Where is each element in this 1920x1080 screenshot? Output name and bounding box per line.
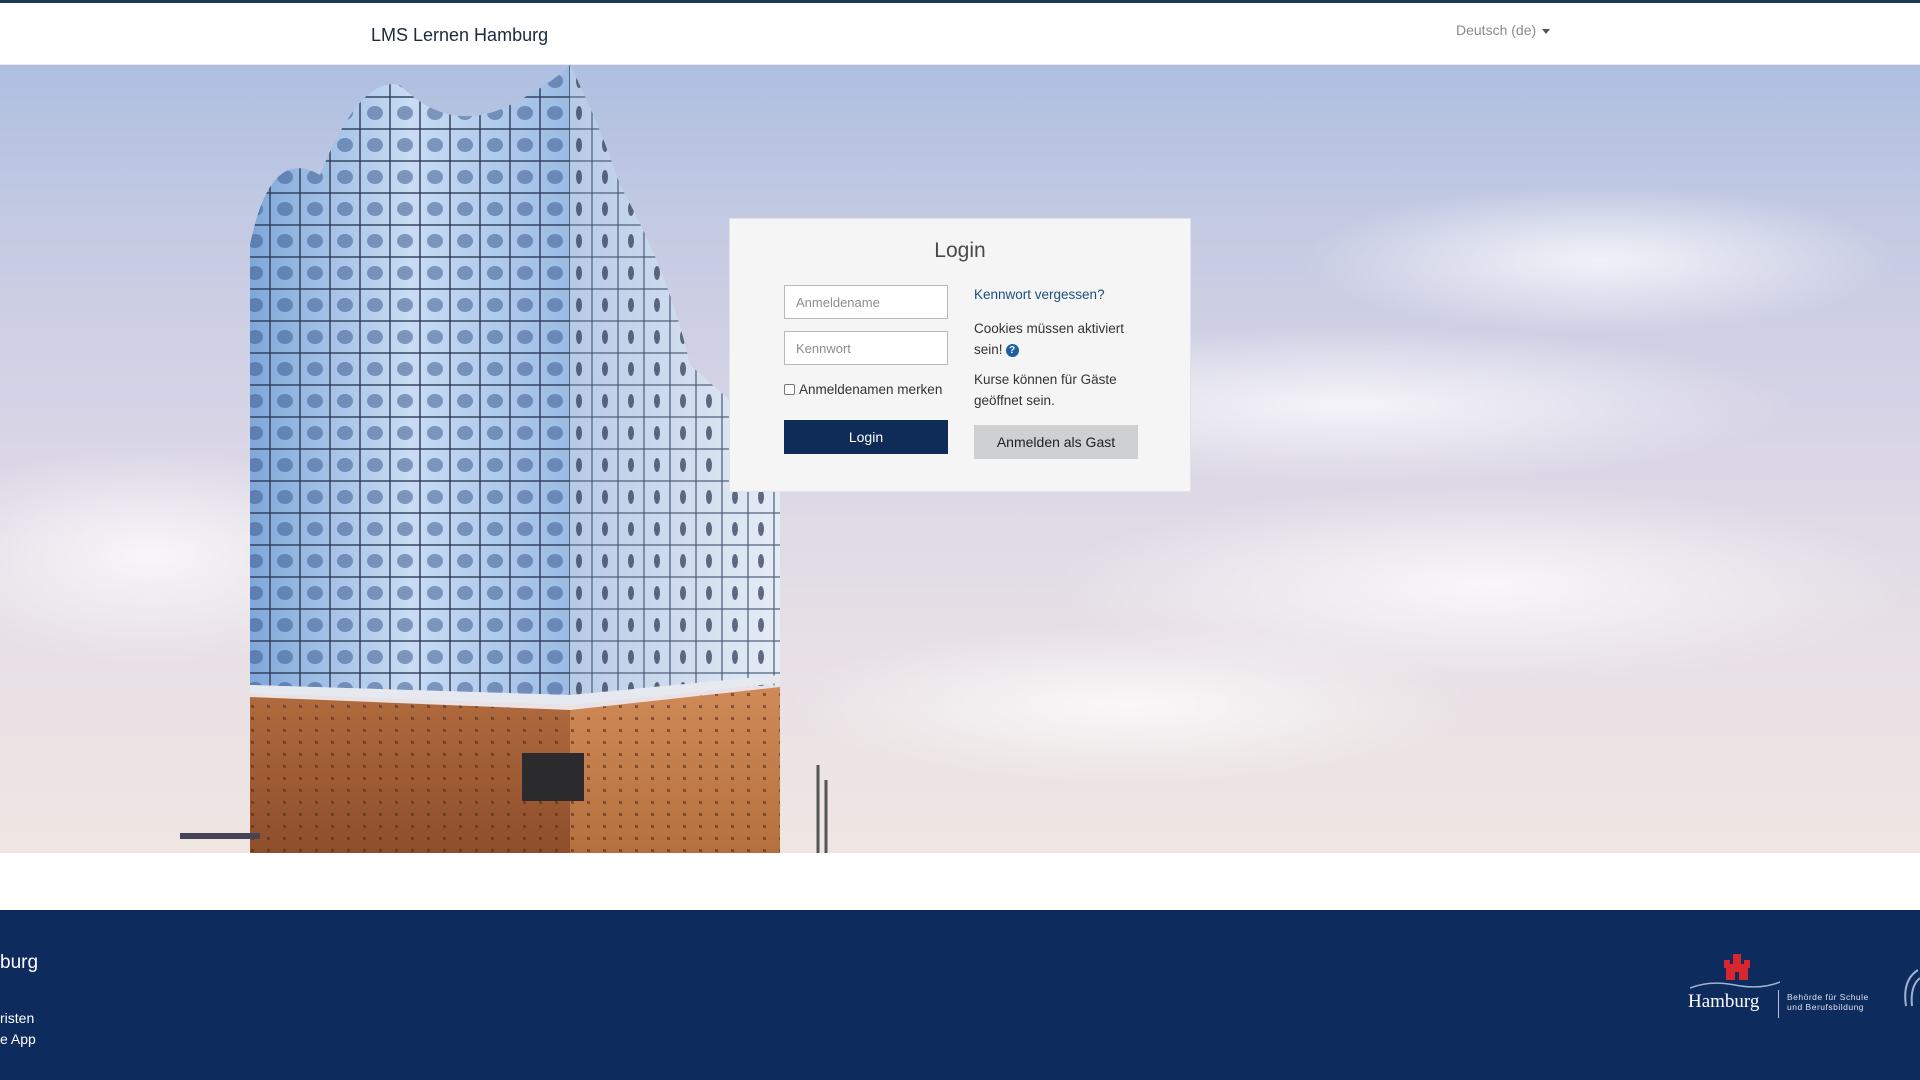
partner-arc-icon xyxy=(1904,969,1920,1007)
login-panel: Login Anmeldenamen merken Login Kennwort… xyxy=(729,218,1191,492)
login-title: Login xyxy=(934,239,986,262)
question-circle-icon[interactable]: ? xyxy=(1005,343,1019,357)
forgot-password-link[interactable]: Kennwort vergessen? xyxy=(974,287,1105,302)
hero-background: Login Anmeldenamen merken Login Kennwort… xyxy=(0,65,1920,853)
cookies-line-1: Cookies müssen aktiviert xyxy=(974,321,1125,336)
footer-link-2[interactable]: e App xyxy=(0,1031,36,1047)
guest-notice: Kurse können für Gäste geöffnet sein. xyxy=(974,369,1144,411)
content-spacer xyxy=(0,853,1920,910)
bsb-subtitle-line-2: und Berufsbildung xyxy=(1787,1002,1865,1012)
cloud xyxy=(1300,185,1900,335)
caret-down-icon xyxy=(1542,28,1551,34)
castle-crest-icon xyxy=(1724,954,1750,980)
password-input[interactable] xyxy=(784,331,948,365)
footer-link-1[interactable]: risten xyxy=(0,1010,34,1026)
guest-line-2: geöffnet sein. xyxy=(974,393,1055,408)
navbar: LMS Lernen Hamburg Deutsch (de) xyxy=(0,3,1920,65)
logo-divider xyxy=(1778,990,1779,1018)
cookies-notice: Cookies müssen aktiviert sein!? xyxy=(974,318,1144,360)
bsb-subtitle-line-1: Behörde für Schule xyxy=(1787,992,1869,1002)
footer: burg risten e App Hamburg Behörde für Sc… xyxy=(0,910,1920,1080)
site-brand[interactable]: LMS Lernen Hamburg xyxy=(371,25,548,46)
username-input[interactable] xyxy=(784,285,948,319)
language-menu[interactable]: Deutsch (de) xyxy=(1456,22,1551,38)
hamburg-wordmark: Hamburg xyxy=(1688,991,1760,1012)
guest-login-button[interactable]: Anmelden als Gast xyxy=(974,425,1138,459)
cookies-line-2: sein! xyxy=(974,342,1003,357)
language-label: Deutsch (de) xyxy=(1456,22,1537,38)
remember-username[interactable]: Anmeldenamen merken xyxy=(784,382,942,397)
wave-line-icon xyxy=(1690,981,1780,989)
guest-line-1: Kurse können für Gäste xyxy=(974,372,1117,387)
footer-title: burg xyxy=(0,952,39,973)
login-button[interactable]: Login xyxy=(784,420,948,454)
remember-checkbox[interactable] xyxy=(784,384,795,395)
bsb-subtitle: Behörde für Schule und Berufsbildung xyxy=(1787,992,1869,1012)
remember-label: Anmeldenamen merken xyxy=(799,382,943,397)
hamburg-bsb-logo: Hamburg Behörde für Schule und Berufsbil… xyxy=(1688,952,1920,1022)
